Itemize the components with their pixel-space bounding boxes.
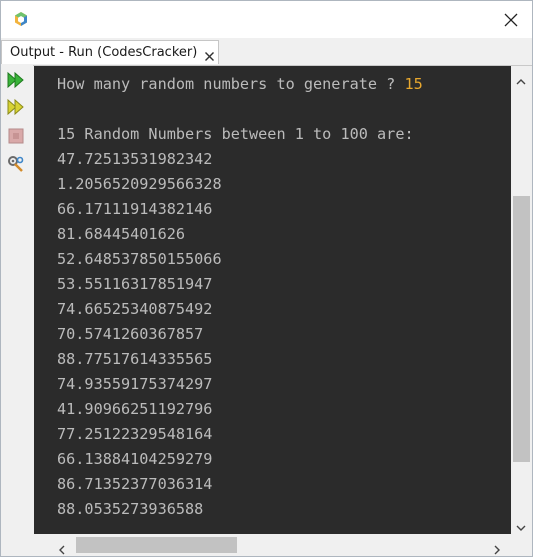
console-number-line: 52.648537850155066 [57, 250, 222, 268]
console-number-line: 77.25122329548164 [57, 425, 213, 443]
scroll-right-icon[interactable] [492, 540, 502, 555]
rerun-with-params-button[interactable] [4, 95, 28, 119]
title-bar [1, 1, 532, 38]
stop-icon [8, 128, 24, 144]
console-number-line: 47.72513531982342 [57, 150, 213, 168]
console-number-line: 74.93559175374297 [57, 375, 213, 393]
console-header-line: 15 Random Numbers between 1 to 100 are: [57, 125, 414, 143]
stop-button[interactable] [4, 124, 28, 148]
user-input-value: 15 [404, 75, 423, 93]
scrollbar-corner [511, 534, 532, 556]
console-prompt-line: How many random numbers to generate ? 15 [57, 75, 423, 93]
console-number-line: 66.17111914382146 [57, 200, 213, 218]
console-number-line: 88.77517614335565 [57, 350, 213, 368]
rerun-button[interactable] [4, 68, 28, 92]
console-number-line: 70.5741260367857 [57, 325, 204, 343]
tab-label: Output - Run (CodesCracker) [10, 45, 198, 60]
vertical-scrollbar[interactable] [511, 66, 532, 534]
tab-output[interactable]: Output - Run (CodesCracker) [1, 40, 219, 64]
console-number-line: 53.55116317851947 [57, 275, 213, 293]
netbeans-logo-icon [13, 11, 29, 27]
rerun-with-params-icon [7, 98, 24, 116]
tab-strip: Output - Run (CodesCracker) [1, 38, 532, 66]
console-number-line: 1.2056520929566328 [57, 175, 222, 193]
output-toolbar [1, 65, 33, 556]
vertical-scroll-thumb[interactable] [513, 196, 530, 462]
horizontal-scrollbar[interactable] [34, 534, 511, 556]
console-number-line: 41.90966251192796 [57, 400, 213, 418]
scroll-up-icon[interactable] [516, 72, 526, 85]
console-number-line: 66.13884104259279 [57, 450, 213, 468]
scroll-down-icon[interactable] [516, 518, 526, 531]
settings-icon [8, 156, 24, 172]
horizontal-scroll-thumb[interactable] [76, 537, 237, 553]
close-icon[interactable] [501, 10, 521, 30]
settings-button[interactable] [4, 152, 28, 176]
close-icon[interactable] [204, 47, 215, 61]
console-number-line: 74.66525340875492 [57, 300, 213, 318]
prompt-text: How many random numbers to generate ? [57, 75, 405, 93]
console-number-line: 81.68445401626 [57, 225, 186, 243]
scroll-left-icon[interactable] [57, 540, 67, 555]
output-window: Output - Run (CodesCracker) How many ran… [0, 0, 533, 557]
console-output[interactable]: How many random numbers to generate ? 15… [34, 66, 511, 534]
console-number-line: 86.71352377036314 [57, 475, 213, 493]
rerun-icon [7, 71, 24, 89]
console-number-line: 88.0535273936588 [57, 500, 204, 518]
